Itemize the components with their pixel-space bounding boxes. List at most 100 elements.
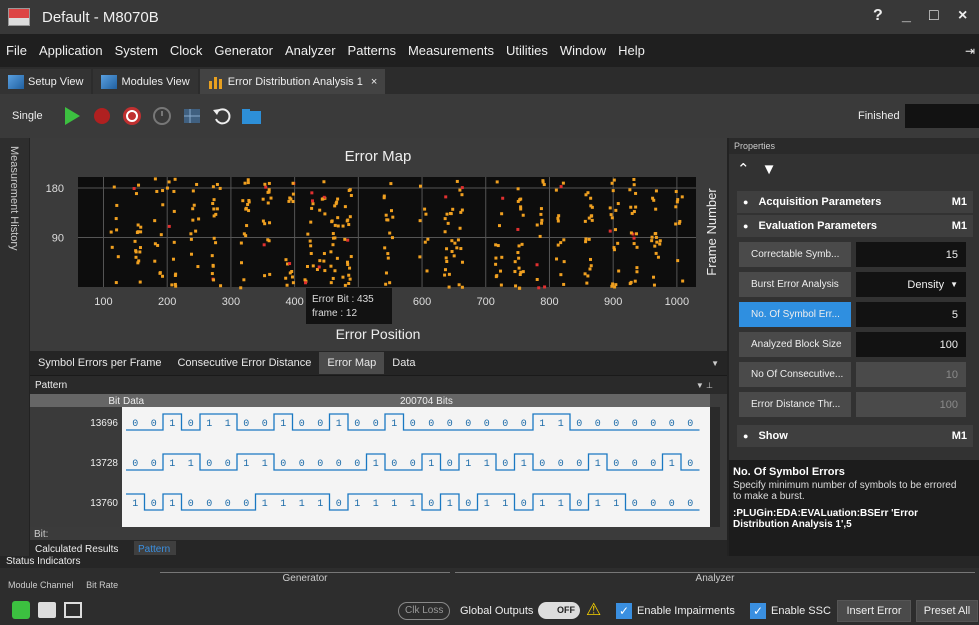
error-point: [629, 205, 633, 209]
error-point: [215, 182, 219, 186]
menu-application[interactable]: Application: [33, 43, 109, 58]
menu-patterns[interactable]: Patterns: [342, 43, 402, 58]
show-section[interactable]: ● Show M1: [737, 425, 973, 447]
tab-error-map[interactable]: Error Map: [319, 352, 385, 374]
mode-select[interactable]: Single: [12, 110, 43, 122]
error-point: [519, 205, 523, 209]
tab-setup-view[interactable]: Setup View: [0, 69, 92, 94]
correctable-symbols-field[interactable]: 15: [856, 242, 966, 267]
clock-reset-icon[interactable]: [120, 104, 144, 128]
help-button[interactable]: ?: [873, 7, 883, 25]
show-module-tag: M1: [951, 430, 967, 442]
menu-utilities[interactable]: Utilities: [500, 43, 554, 58]
symbol-errors-field[interactable]: 5: [856, 302, 966, 327]
stop-icon[interactable]: [90, 104, 114, 128]
bar-chart-icon: [208, 75, 224, 89]
menu-window[interactable]: Window: [554, 43, 612, 58]
error-point: [613, 228, 617, 232]
error-point: [386, 256, 390, 260]
bit-count: 200704 Bits: [400, 396, 453, 407]
open-folder-icon[interactable]: [240, 104, 264, 128]
clock-disabled-icon[interactable]: [150, 104, 174, 128]
error-point: [447, 272, 451, 276]
menu-system[interactable]: System: [109, 43, 164, 58]
error-point: [109, 230, 113, 234]
tab-close-icon[interactable]: ×: [371, 76, 377, 88]
enable-impairments-checkbox[interactable]: ✓ Enable Impairments: [616, 603, 735, 619]
error-point: [516, 227, 520, 231]
pattern-viewer[interactable]: Bit Data 200704 Bits 13696 0 0 1 0 1 1 0 0 1 0 0 1 0 0…: [30, 394, 727, 556]
maximize-button[interactable]: □: [929, 7, 939, 25]
error-point: [495, 180, 499, 184]
error-point: [651, 196, 655, 200]
menu-help[interactable]: Help: [612, 43, 651, 58]
warning-icon: ⚠: [586, 600, 602, 619]
collapse-icon: ●: [743, 221, 749, 231]
menu-file[interactable]: File: [0, 43, 33, 58]
tab-symbol-errors-per-frame[interactable]: Symbol Errors per Frame: [30, 352, 169, 374]
run-play-icon[interactable]: [60, 104, 84, 128]
error-point: [586, 191, 590, 195]
error-point: [219, 284, 223, 288]
collapse-all-icon[interactable]: ⌃: [737, 160, 750, 178]
error-point: [444, 195, 448, 199]
acquisition-parameters-section[interactable]: ● Acquisition Parameters M1: [737, 191, 973, 213]
undo-icon[interactable]: [210, 104, 234, 128]
error-point: [330, 220, 334, 224]
tab-error-distribution-analysis[interactable]: Error Distribution Analysis 1 ×: [199, 69, 386, 94]
error-point: [586, 274, 590, 278]
log-icon[interactable]: [38, 602, 56, 618]
pattern-bit: 0: [613, 459, 619, 470]
close-button[interactable]: ×: [958, 7, 967, 25]
error-point: [310, 191, 314, 195]
tab-data[interactable]: Data: [384, 352, 423, 374]
menu-measurements[interactable]: Measurements: [402, 43, 500, 58]
error-point: [632, 236, 636, 240]
pattern-bit: 0: [151, 419, 157, 430]
tab-label: Setup View: [28, 75, 84, 88]
pin-icon[interactable]: ⇥: [965, 44, 975, 58]
burst-error-analysis-dropdown[interactable]: Density ▼: [856, 272, 966, 297]
error-map-chart[interactable]: Error Map 100200300400500600700800900100…: [30, 138, 727, 351]
generator-group: Generator: [160, 572, 450, 584]
toolbar: Single Finished: [0, 94, 979, 138]
measurement-history-tab[interactable]: Measurement History: [0, 138, 30, 556]
error-point: [517, 266, 521, 270]
menu-analyzer[interactable]: Analyzer: [279, 43, 342, 58]
analyzed-block-size-field[interactable]: 100: [856, 332, 966, 357]
tab-label: Error Distribution Analysis 1: [227, 75, 363, 88]
global-outputs-toggle[interactable]: OFF: [538, 602, 580, 619]
pattern-bit: 0: [687, 499, 693, 510]
error-point: [423, 240, 427, 244]
error-point: [110, 245, 114, 249]
analyzer-label: Analyzer: [695, 573, 735, 584]
pattern-bit: 0: [354, 459, 360, 470]
menu-clock[interactable]: Clock: [164, 43, 209, 58]
minimize-button[interactable]: _: [902, 7, 911, 25]
data-column-header: Data: [123, 396, 145, 407]
pattern-bit: 0: [225, 459, 231, 470]
error-point: [170, 283, 174, 287]
insert-error-button[interactable]: Insert Error: [837, 600, 911, 622]
error-point: [658, 239, 662, 243]
pattern-bit: 0: [151, 499, 157, 510]
filter-icon[interactable]: ▼: [762, 161, 777, 178]
error-point: [589, 257, 593, 261]
tab-modules-view[interactable]: Modules View: [93, 69, 198, 94]
error-point: [543, 285, 547, 289]
menu-generator[interactable]: Generator: [208, 43, 279, 58]
error-point: [167, 180, 171, 184]
messages-icon[interactable]: [64, 602, 82, 618]
evaluation-parameters-section[interactable]: ● Evaluation Parameters M1: [737, 215, 973, 237]
pattern-menu-icon[interactable]: ▼ ⊥: [696, 381, 713, 390]
error-point: [447, 285, 451, 289]
pattern-bit: 1: [465, 459, 471, 470]
enable-ssc-checkbox[interactable]: ✓ Enable SSC: [750, 603, 831, 619]
grid-icon[interactable]: [180, 104, 204, 128]
subtab-dropdown-icon[interactable]: ▼: [711, 359, 719, 368]
status-led-icon[interactable]: [12, 601, 30, 619]
preset-all-button[interactable]: Preset All: [916, 600, 978, 622]
tab-consecutive-error-distance[interactable]: Consecutive Error Distance: [169, 352, 319, 374]
pattern-bit: 0: [336, 459, 342, 470]
run-status-label: Finished: [858, 110, 900, 122]
